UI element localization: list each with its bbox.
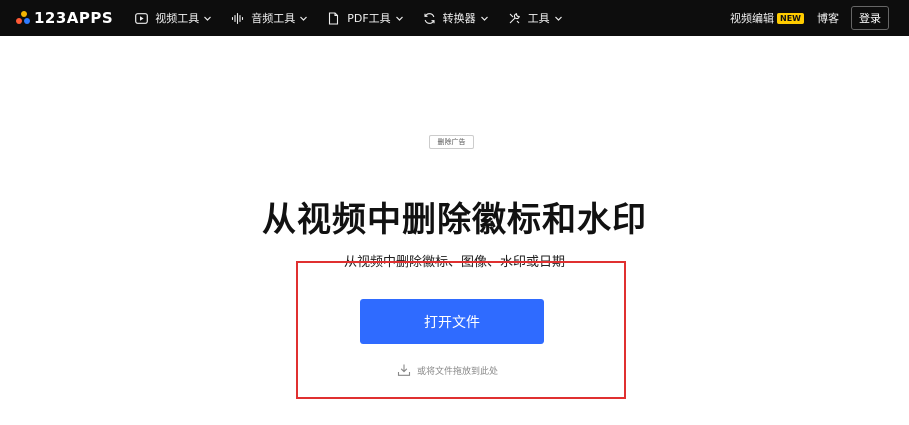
tools-icon (508, 12, 521, 25)
nav-item-label: PDF工具 (347, 12, 391, 25)
page-title: 从视频中删除徽标和水印 (262, 200, 647, 240)
chevron-down-icon (554, 14, 563, 23)
chevron-down-icon (299, 14, 308, 23)
convert-icon (423, 12, 436, 25)
audio-wave-icon (231, 12, 244, 25)
nav-item-pdf-tools[interactable]: PDF工具 (327, 0, 403, 36)
nav-item-audio-tools[interactable]: 音频工具 (231, 0, 308, 36)
nav-item-video-tools[interactable]: 视频工具 (135, 0, 212, 36)
chevron-down-icon (395, 14, 404, 23)
nav-item-tools[interactable]: 工具 (508, 0, 563, 36)
blog-link[interactable]: 博客 (817, 10, 839, 26)
nav-item-label: 转换器 (442, 12, 476, 25)
video-editor-link[interactable]: 视频编辑 (730, 10, 774, 26)
drop-hint-label: 或将文件拖放到此处 (417, 366, 499, 377)
main-nav: 视频工具 音频工具 PDF工具 转换器 工具 (135, 0, 581, 36)
logo-dots-icon (16, 11, 30, 25)
chevron-down-icon (203, 14, 212, 23)
play-icon (135, 12, 149, 25)
download-icon (397, 363, 411, 377)
nav-item-label: 工具 (527, 12, 550, 25)
right-navigation: 视频编辑 NEW 博客 登录 (730, 0, 889, 36)
nav-item-converters[interactable]: 转换器 (423, 0, 489, 36)
brand-logo[interactable]: 123APPS (16, 0, 113, 36)
new-badge: NEW (777, 12, 804, 24)
nav-item-label: 音频工具 (251, 12, 296, 25)
open-file-button[interactable]: 打开文件 (360, 299, 544, 344)
remove-ads-button[interactable]: 删除广告 (429, 135, 474, 149)
chevron-down-icon (480, 14, 489, 23)
document-icon (327, 11, 340, 25)
brand-name: 123APPS (34, 9, 114, 27)
login-button[interactable]: 登录 (851, 6, 889, 30)
top-navigation-bar: 123APPS 视频工具 音频工具 PDF工具 转换器 工具 视频编辑 NEW … (0, 0, 909, 36)
nav-item-label: 视频工具 (155, 12, 200, 25)
drop-zone-hint[interactable]: 或将文件拖放到此处 (397, 362, 498, 378)
